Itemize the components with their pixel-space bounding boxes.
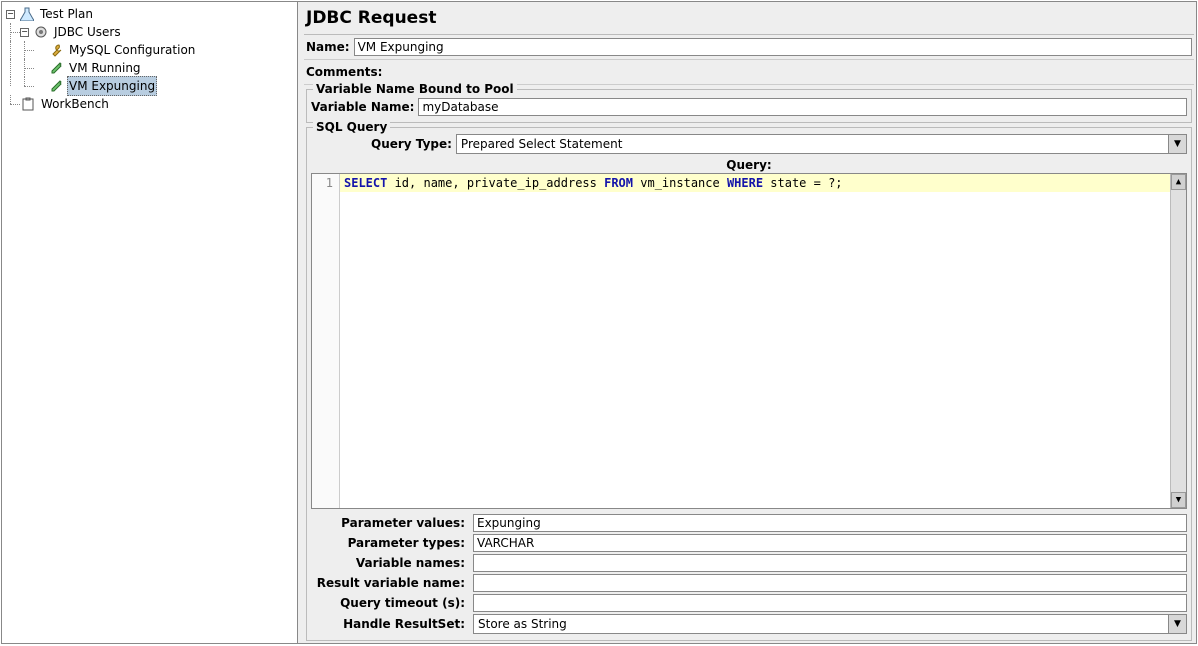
gear-icon (33, 24, 49, 40)
wrench-icon (48, 42, 64, 58)
tree-label-jdbc-users[interactable]: JDBC Users (52, 23, 123, 41)
name-input[interactable] (354, 38, 1192, 56)
tree-panel[interactable]: − Test Plan − JDBC Users MySQL Configura… (2, 2, 298, 643)
content-panel: JDBC Request Name: Comments: Variable Na… (298, 2, 1196, 643)
sql-query-legend: SQL Query (313, 120, 390, 134)
timeout-input[interactable] (473, 594, 1187, 612)
tree-node-mysql-config[interactable]: MySQL Configuration (2, 41, 297, 59)
pipette-icon (48, 60, 64, 76)
tree-node-vm-running[interactable]: VM Running (2, 59, 297, 77)
param-types-input[interactable] (473, 534, 1187, 552)
query-type-combo[interactable]: Prepared Select Statement ▼ (456, 134, 1187, 154)
tree-node-workbench[interactable]: WorkBench (2, 95, 297, 113)
gutter-line-1: 1 (312, 176, 333, 190)
sql-fields-block: Parameter values: Parameter types: Varia… (311, 512, 1187, 636)
result-var-label: Result variable name: (311, 576, 469, 590)
page-title: JDBC Request (304, 4, 1194, 35)
param-values-row: Parameter values: (311, 514, 1187, 532)
chevron-down-icon[interactable]: ▼ (1168, 135, 1186, 153)
handle-rs-row: Handle ResultSet: Store as String ▼ (311, 614, 1187, 634)
sql-query-fieldset: SQL Query Query Type: Prepared Select St… (306, 127, 1192, 641)
result-var-row: Result variable name: (311, 574, 1187, 592)
app-frame: − Test Plan − JDBC Users MySQL Configura… (1, 1, 1197, 644)
query-type-row: Query Type: Prepared Select Statement ▼ (311, 134, 1187, 154)
handle-rs-label: Handle ResultSet: (311, 617, 469, 631)
chevron-down-icon[interactable]: ▼ (1168, 615, 1186, 633)
tree-toggle-jdbc-users[interactable]: − (20, 28, 29, 37)
tree-node-test-plan[interactable]: − Test Plan (2, 5, 297, 23)
scroll-down-icon[interactable]: ▼ (1171, 492, 1186, 508)
var-names-row: Variable names: (311, 554, 1187, 572)
param-values-input[interactable] (473, 514, 1187, 532)
query-header-label: Query: (311, 157, 1187, 173)
tree-node-jdbc-users[interactable]: − JDBC Users (2, 23, 297, 41)
var-names-label: Variable names: (311, 556, 469, 570)
code-line-1[interactable]: SELECT id, name, private_ip_address FROM… (340, 174, 1170, 192)
var-name-input[interactable] (418, 98, 1187, 116)
beaker-icon (19, 6, 35, 22)
pipette-icon (48, 78, 64, 94)
comments-input[interactable] (386, 63, 1192, 81)
editor-code-area[interactable]: SELECT id, name, private_ip_address FROM… (340, 174, 1170, 508)
sql-editor[interactable]: 1 SELECT id, name, private_ip_address FR… (311, 173, 1187, 509)
param-types-label: Parameter types: (311, 536, 469, 550)
comments-label: Comments: (306, 65, 382, 79)
tree-label-mysql-config[interactable]: MySQL Configuration (67, 41, 197, 59)
scroll-up-icon[interactable]: ▲ (1171, 174, 1186, 190)
tree-label-vm-running[interactable]: VM Running (67, 59, 143, 77)
editor-scrollbar[interactable]: ▲ ▼ (1170, 174, 1186, 508)
editor-gutter: 1 (312, 174, 340, 508)
var-name-label: Variable Name: (311, 100, 414, 114)
tree-node-vm-expunging[interactable]: VM Expunging (2, 77, 297, 95)
name-label: Name: (306, 40, 350, 54)
handle-rs-value: Store as String (474, 615, 1168, 633)
query-type-label: Query Type: (371, 137, 452, 151)
timeout-label: Query timeout (s): (311, 596, 469, 610)
tree-label-test-plan[interactable]: Test Plan (38, 5, 95, 23)
var-pool-legend: Variable Name Bound to Pool (313, 82, 517, 96)
handle-rs-combo[interactable]: Store as String ▼ (473, 614, 1187, 634)
tree-label-workbench[interactable]: WorkBench (39, 95, 111, 113)
var-name-row: Variable Name: (311, 98, 1187, 116)
clipboard-icon (20, 96, 36, 112)
var-names-input[interactable] (473, 554, 1187, 572)
result-var-input[interactable] (473, 574, 1187, 592)
param-values-label: Parameter values: (311, 516, 469, 530)
name-row: Name: (304, 35, 1194, 60)
param-types-row: Parameter types: (311, 534, 1187, 552)
timeout-row: Query timeout (s): (311, 594, 1187, 612)
tree-label-vm-expunging[interactable]: VM Expunging (67, 76, 157, 96)
tree-toggle-test-plan[interactable]: − (6, 10, 15, 19)
var-pool-fieldset: Variable Name Bound to Pool Variable Nam… (306, 89, 1192, 123)
query-type-value: Prepared Select Statement (457, 135, 1168, 153)
